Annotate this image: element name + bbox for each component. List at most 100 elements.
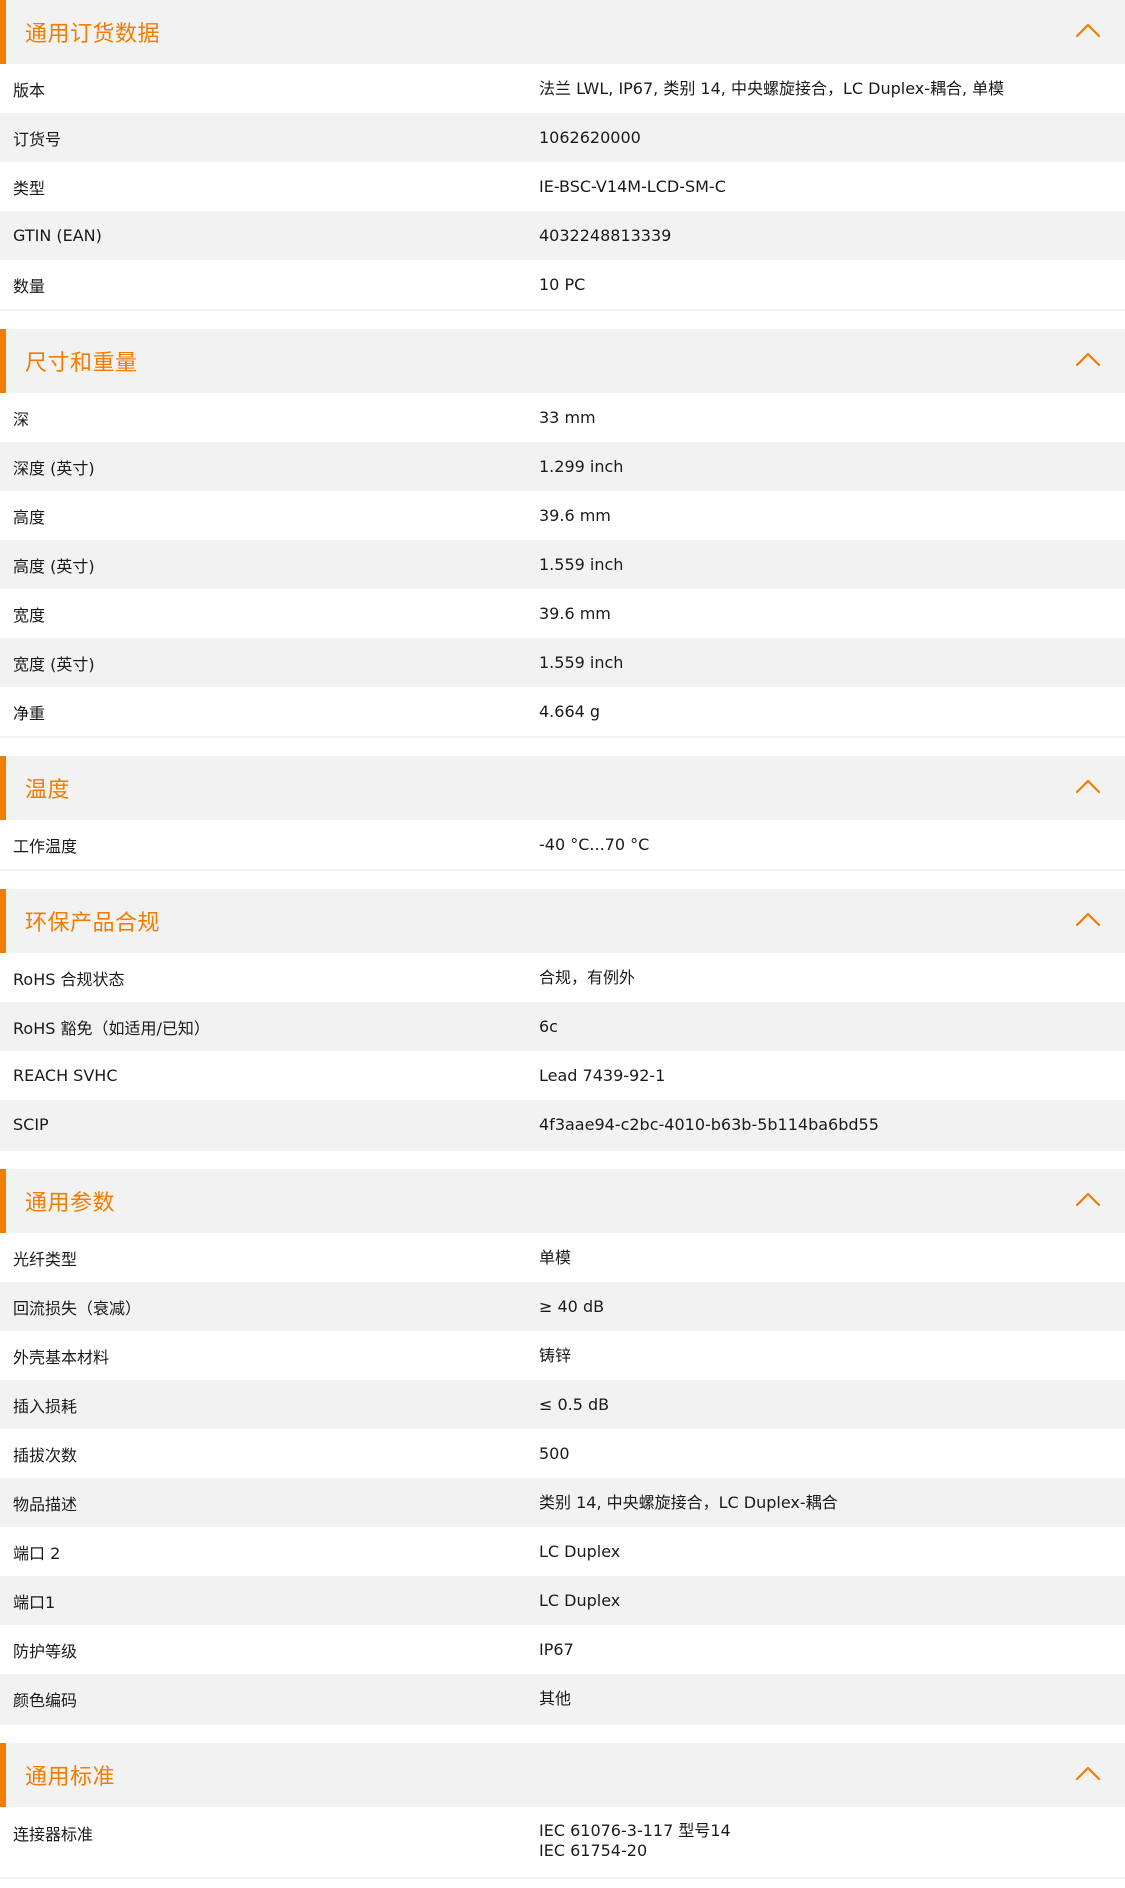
spec-row: 宽度 (英寸) 1.559 inch bbox=[0, 638, 1125, 687]
spec-value-line: 6c bbox=[539, 1016, 558, 1036]
spec-label: 回流损失（衰减） bbox=[13, 1298, 142, 1318]
spec-label: 版本 bbox=[13, 80, 46, 100]
spec-label: 净重 bbox=[13, 703, 46, 723]
spec-row: 回流损失（衰减） ≥ 40 dB bbox=[0, 1282, 1125, 1331]
spec-value: 1.299 inch bbox=[539, 457, 1125, 477]
spec-row: 工作温度 -40 °C...70 °C bbox=[0, 820, 1125, 869]
spec-row: 净重 4.664 g bbox=[0, 687, 1125, 736]
spec-value: IE-BSC-V14M-LCD-SM-C bbox=[539, 177, 1125, 197]
spec-label: 深 bbox=[13, 409, 30, 429]
chevron-up-icon[interactable] bbox=[1075, 911, 1101, 927]
chevron-up-icon[interactable] bbox=[1075, 1191, 1101, 1207]
spec-value: 500 bbox=[539, 1444, 1125, 1464]
spec-value: LC Duplex bbox=[539, 1542, 1125, 1562]
section-divider bbox=[0, 1877, 1125, 1879]
section-divider bbox=[0, 1723, 1125, 1725]
spec-label: 宽度 bbox=[13, 605, 46, 625]
spec-row: 订货号 1062620000 bbox=[0, 113, 1125, 162]
chevron-up-icon[interactable] bbox=[1075, 22, 1101, 38]
spec-row: 高度 (英寸) 1.559 inch bbox=[0, 540, 1125, 589]
spec-value: 39.6 mm bbox=[539, 506, 1125, 526]
spec-label: RoHS 豁免（如适用/已知） bbox=[13, 1018, 210, 1038]
spec-row: REACH SVHC Lead 7439-92-1 bbox=[0, 1051, 1125, 1100]
spec-value-line: 1.559 inch bbox=[539, 652, 624, 672]
spec-value-line: 500 bbox=[539, 1443, 570, 1463]
spec-row: RoHS 合规状态 合规，有例外 bbox=[0, 953, 1125, 1002]
spec-value-line: 39.6 mm bbox=[539, 603, 611, 623]
spec-label: GTIN (EAN) bbox=[13, 226, 102, 245]
spec-row: 外壳基本材料 铸锌 bbox=[0, 1331, 1125, 1380]
chevron-up-icon[interactable] bbox=[1075, 778, 1101, 794]
chevron-up-icon[interactable] bbox=[1075, 351, 1101, 367]
spec-value-line: 合规，有例外 bbox=[539, 967, 636, 987]
spec-value-line: 10 PC bbox=[539, 274, 586, 294]
section-header[interactable]: 通用订货数据 bbox=[0, 0, 1125, 64]
section-divider bbox=[0, 1149, 1125, 1151]
section-divider bbox=[0, 736, 1125, 738]
spec-value-line: 单模 bbox=[539, 1247, 572, 1267]
spec-label: 宽度 (英寸) bbox=[13, 654, 95, 674]
section-header[interactable]: 环保产品合规 bbox=[0, 889, 1125, 953]
section-header[interactable]: 尺寸和重量 bbox=[0, 329, 1125, 393]
spec-value: 1062620000 bbox=[539, 128, 1125, 148]
section-header[interactable]: 温度 bbox=[0, 756, 1125, 820]
spec-label: 外壳基本材料 bbox=[13, 1347, 110, 1367]
spec-value: LC Duplex bbox=[539, 1591, 1125, 1611]
chevron-up-icon[interactable] bbox=[1075, 1765, 1101, 1781]
spec-value: ≤ 0.5 dB bbox=[539, 1395, 1125, 1415]
spec-value: 1.559 inch bbox=[539, 555, 1125, 575]
spec-value-line: -40 °C...70 °C bbox=[539, 834, 650, 854]
spec-label: 数量 bbox=[13, 276, 46, 296]
spec-value: 4032248813339 bbox=[539, 226, 1125, 246]
spec-label: 订货号 bbox=[13, 129, 62, 149]
spec-row: 防护等级 IP67 bbox=[0, 1625, 1125, 1674]
section-title: 尺寸和重量 bbox=[25, 351, 138, 376]
spec-value-line: 1062620000 bbox=[539, 127, 641, 147]
spec-label: 防护等级 bbox=[13, 1641, 78, 1661]
spec-value-line: 4032248813339 bbox=[539, 225, 672, 245]
section-0: 通用订货数据版本 法兰 LWL, IP67, 类别 14, 中央螺旋接合，LC D… bbox=[0, 0, 1125, 311]
spec-label: 端口 2 bbox=[13, 1543, 61, 1563]
spec-value-line: ≤ 0.5 dB bbox=[539, 1394, 610, 1414]
spec-row: 宽度 39.6 mm bbox=[0, 589, 1125, 638]
spec-value: 10 PC bbox=[539, 275, 1125, 295]
spec-row: 物品描述 类别 14, 中央螺旋接合，LC Duplex-耦合 bbox=[0, 1478, 1125, 1527]
spec-value: IP67 bbox=[539, 1640, 1125, 1660]
spec-row: 光纤类型 单模 bbox=[0, 1233, 1125, 1282]
spec-label: 高度 bbox=[13, 507, 46, 527]
spec-row: SCIP 4f3aae94-c2bc-4010-b63b-5b114ba6bd55 bbox=[0, 1100, 1125, 1149]
spec-row: 高度 39.6 mm bbox=[0, 491, 1125, 540]
section-header[interactable]: 通用标准 bbox=[0, 1743, 1125, 1807]
spec-row: 数量 10 PC bbox=[0, 260, 1125, 309]
spec-label: 类型 bbox=[13, 178, 46, 198]
spec-label: 连接器标准 bbox=[13, 1825, 94, 1844]
spec-row: 端口 2 LC Duplex bbox=[0, 1527, 1125, 1576]
spec-value-line: LC Duplex bbox=[539, 1590, 621, 1610]
section-header[interactable]: 通用参数 bbox=[0, 1169, 1125, 1233]
spec-label: 颜色编码 bbox=[13, 1690, 78, 1710]
section-divider bbox=[0, 869, 1125, 871]
spec-row: 颜色编码 其他 bbox=[0, 1674, 1125, 1723]
spec-row: 版本 法兰 LWL, IP67, 类别 14, 中央螺旋接合，LC Duplex-… bbox=[0, 64, 1125, 113]
spec-value: 4f3aae94-c2bc-4010-b63b-5b114ba6bd55 bbox=[539, 1115, 1125, 1135]
spec-label: 端口1 bbox=[13, 1592, 56, 1612]
spec-value-line: IP67 bbox=[539, 1639, 574, 1659]
spec-row: 类型 IE-BSC-V14M-LCD-SM-C bbox=[0, 162, 1125, 211]
spec-label: SCIP bbox=[13, 1115, 49, 1134]
spec-value-line: Lead 7439-92-1 bbox=[539, 1065, 666, 1085]
spec-value: 铸锌 bbox=[539, 1346, 1125, 1366]
spec-value-line: 4f3aae94-c2bc-4010-b63b-5b114ba6bd55 bbox=[539, 1114, 879, 1134]
spec-value: 4.664 g bbox=[539, 702, 1125, 722]
spec-label: 深度 (英寸) bbox=[13, 458, 95, 478]
spec-value: 其他 bbox=[539, 1689, 1125, 1709]
spec-row: GTIN (EAN) 4032248813339 bbox=[0, 211, 1125, 260]
section-4: 通用参数 光纤类型 单模 回流损失（衰减） ≥ 40 dB 外壳基本材料 铸锌 插入损耗 ≤ 0… bbox=[0, 1169, 1125, 1725]
spec-value: 类别 14, 中央螺旋接合，LC Duplex-耦合 bbox=[539, 1493, 1125, 1513]
spec-value-line: 其他 bbox=[539, 1688, 572, 1708]
spec-value-line: 铸锌 bbox=[539, 1345, 572, 1365]
section-title: 通用订货数据 bbox=[25, 22, 161, 47]
section-3: 环保产品合规 RoHS 合规状态 合规，有例外 RoHS 豁免（如适用/已知） 6c RE… bbox=[0, 889, 1125, 1151]
spec-label: RoHS 合规状态 bbox=[13, 969, 125, 989]
spec-value-line: 1.559 inch bbox=[539, 554, 624, 574]
spec-row: 插拔次数 500 bbox=[0, 1429, 1125, 1478]
